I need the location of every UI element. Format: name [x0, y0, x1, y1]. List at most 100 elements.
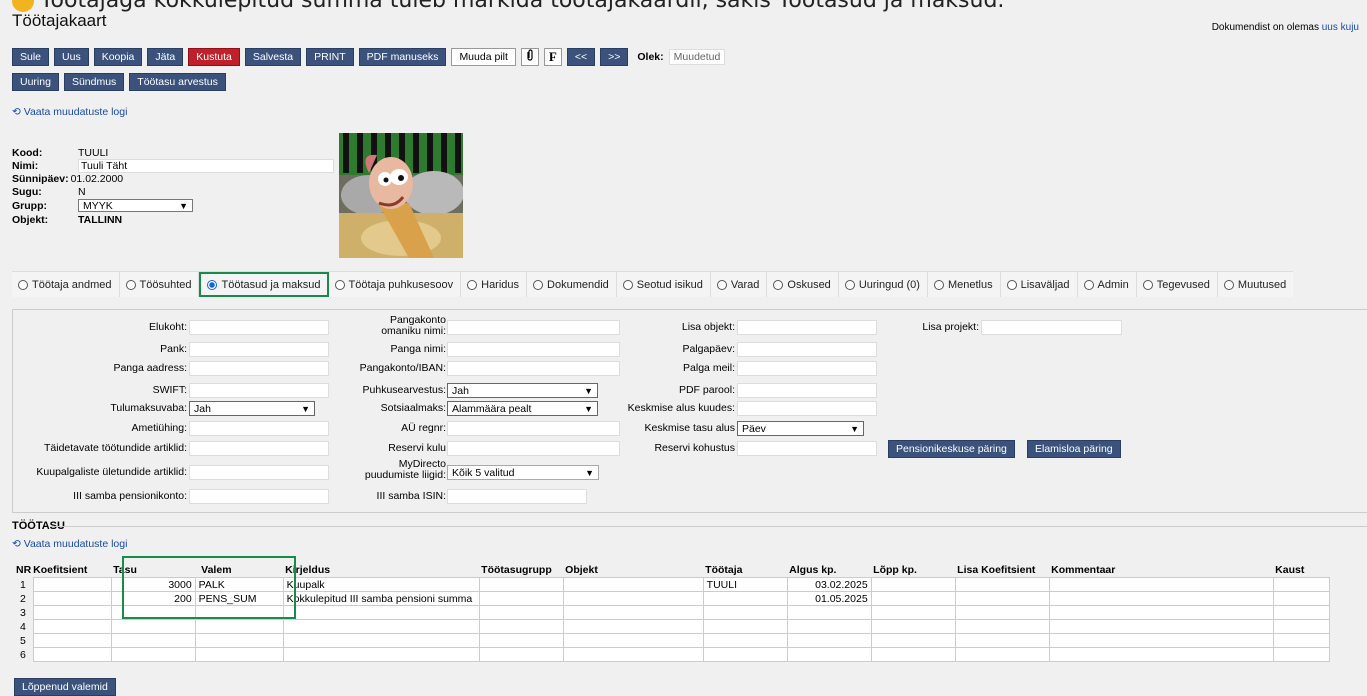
pdf-password-input[interactable] — [737, 383, 877, 398]
comment-cell[interactable] — [1048, 619, 1274, 634]
description-cell[interactable] — [282, 605, 480, 620]
object-cell[interactable] — [562, 591, 704, 606]
average-pay-basis-select[interactable]: Päev ▼ — [737, 421, 864, 436]
extra-coefficient-cell[interactable] — [954, 605, 1050, 620]
comment-cell[interactable] — [1048, 633, 1274, 648]
comment-cell[interactable] — [1048, 647, 1274, 662]
salary-change-log-link[interactable]: ⟲ Vaata muudatuste logi — [12, 538, 127, 550]
pension-center-query-button[interactable]: Pensionikeskuse päring — [888, 440, 1015, 458]
coefficient-cell[interactable] — [32, 577, 112, 592]
examination-button[interactable]: Uuring — [12, 72, 59, 91]
salary-calculation-button[interactable]: Töötasu arvestus — [129, 72, 226, 91]
print-button[interactable]: PRINT — [306, 47, 354, 66]
formula-cell[interactable]: PALK — [194, 577, 284, 592]
bank-address-input[interactable] — [189, 361, 329, 376]
employee-cell[interactable] — [702, 591, 788, 606]
amount-cell[interactable] — [110, 647, 196, 662]
extra-project-input[interactable] — [981, 320, 1122, 335]
tab-employment[interactable]: Töösuhted — [120, 272, 200, 297]
start-date-cell[interactable] — [786, 619, 872, 634]
change-log-link[interactable]: ⟲ Vaata muudatuste logi — [12, 106, 127, 118]
tab-related-persons[interactable]: Seotud isikud — [617, 272, 711, 297]
employee-cell[interactable] — [702, 633, 788, 648]
start-date-cell[interactable]: 01.05.2025 — [786, 591, 872, 606]
extra-coefficient-cell[interactable] — [954, 577, 1050, 592]
bank-input[interactable] — [189, 342, 329, 357]
comment-cell[interactable] — [1048, 591, 1274, 606]
cancel-button[interactable]: Jäta — [147, 47, 184, 66]
change-picture-button[interactable]: Muuda pilt — [451, 47, 516, 66]
next-record-button[interactable]: >> — [600, 47, 629, 66]
formula-cell[interactable] — [194, 619, 284, 634]
bank-name-input[interactable] — [447, 342, 620, 357]
group-select[interactable]: MYYK ▼ — [78, 199, 193, 212]
object-cell[interactable] — [562, 647, 704, 662]
end-date-cell[interactable] — [870, 647, 956, 662]
extra-coefficient-cell[interactable] — [954, 647, 1050, 662]
extra-object-input[interactable] — [737, 320, 877, 335]
tab-activities[interactable]: Tegevused — [1137, 272, 1218, 297]
salary-group-cell[interactable] — [478, 619, 564, 634]
start-date-cell[interactable] — [786, 605, 872, 620]
new-form-link[interactable]: uus kuju — [1322, 22, 1359, 33]
folder-cell[interactable] — [1272, 605, 1330, 620]
work-hours-articles-input[interactable] — [189, 441, 329, 456]
description-cell[interactable] — [282, 647, 480, 662]
tab-assets[interactable]: Varad — [711, 272, 768, 297]
folder-cell[interactable] — [1272, 633, 1330, 648]
residence-permit-query-button[interactable]: Elamisloa päring — [1027, 440, 1121, 458]
salary-group-cell[interactable] — [478, 577, 564, 592]
tab-vacation-request[interactable]: Töötaja puhkusesoov — [329, 272, 462, 297]
ended-formulas-button[interactable]: Lõppenud valemid — [14, 678, 116, 696]
end-date-cell[interactable] — [870, 591, 956, 606]
tab-salaries-taxes[interactable]: Töötasud ja maksud — [199, 272, 329, 297]
event-button[interactable]: Sündmus — [63, 72, 125, 91]
tab-examinations[interactable]: Uuringud (0) — [839, 272, 928, 297]
average-months-input[interactable] — [737, 401, 877, 416]
formula-cell[interactable] — [194, 605, 284, 620]
comment-cell[interactable] — [1048, 605, 1274, 620]
folder-cell[interactable] — [1272, 647, 1330, 662]
coefficient-cell[interactable] — [32, 633, 112, 648]
extra-coefficient-cell[interactable] — [954, 633, 1050, 648]
tab-changes[interactable]: Muutused — [1218, 272, 1293, 297]
tab-documents[interactable]: Dokumendid — [527, 272, 617, 297]
formula-cell[interactable]: PENS_SUM — [194, 591, 284, 606]
pdf-attach-button[interactable]: PDF manuseks — [358, 47, 447, 66]
folder-cell[interactable] — [1272, 591, 1330, 606]
file-f-button[interactable]: F — [543, 47, 562, 66]
tab-procedure[interactable]: Menetlus — [928, 272, 1001, 297]
start-date-cell[interactable] — [786, 633, 872, 648]
tab-employee-data[interactable]: Töötaja andmed — [12, 272, 120, 297]
start-date-cell[interactable] — [786, 647, 872, 662]
residence-input[interactable] — [189, 320, 329, 335]
pension-isin-input[interactable] — [447, 489, 587, 504]
reserve-expense-input[interactable] — [447, 441, 620, 456]
end-date-cell[interactable] — [870, 619, 956, 634]
union-input[interactable] — [189, 421, 329, 436]
comment-cell[interactable] — [1048, 577, 1274, 592]
coefficient-cell[interactable] — [32, 591, 112, 606]
coefficient-cell[interactable] — [32, 647, 112, 662]
prev-record-button[interactable]: << — [566, 47, 596, 66]
tab-skills[interactable]: Oskused — [767, 272, 839, 297]
salary-group-cell[interactable] — [478, 591, 564, 606]
absence-types-select[interactable]: Kõik 5 valitud ▼ — [447, 465, 599, 480]
close-button[interactable]: Sule — [12, 47, 50, 66]
coefficient-cell[interactable] — [32, 605, 112, 620]
object-cell[interactable] — [562, 605, 704, 620]
amount-cell[interactable] — [110, 619, 196, 634]
account-owner-input[interactable] — [447, 320, 620, 335]
tab-extra-fields[interactable]: Lisaväljad — [1001, 272, 1078, 297]
tab-admin[interactable]: Admin — [1078, 272, 1137, 297]
copy-button[interactable]: Koopia — [93, 47, 143, 66]
folder-cell[interactable] — [1272, 577, 1330, 592]
salary-group-cell[interactable] — [478, 647, 564, 662]
tab-education[interactable]: Haridus — [461, 272, 528, 297]
amount-cell[interactable]: 3000 — [110, 577, 196, 592]
pension-account-input[interactable] — [189, 489, 329, 504]
employee-cell[interactable]: TUULI — [702, 577, 788, 592]
employee-cell[interactable] — [702, 619, 788, 634]
employee-cell[interactable] — [702, 605, 788, 620]
delete-button[interactable]: Kustuta — [188, 47, 240, 66]
